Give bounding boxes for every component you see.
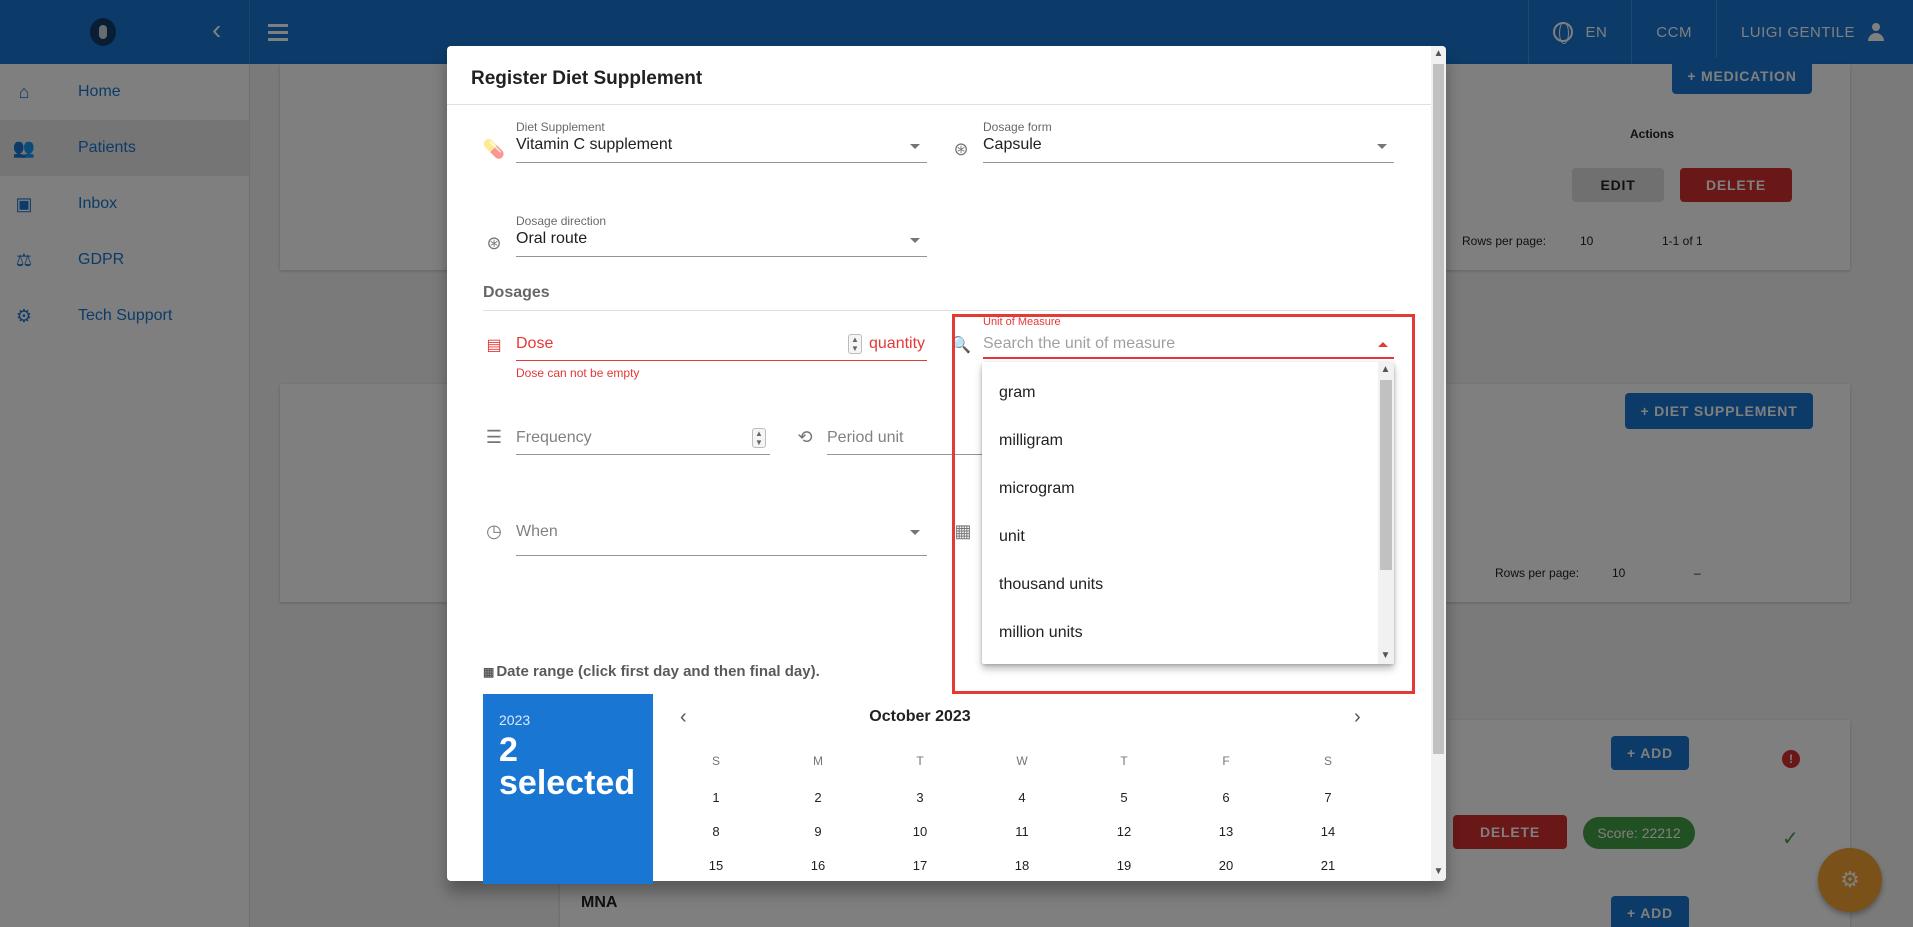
chevron-down-icon [910, 144, 920, 149]
field-label: Diet Supplement [516, 120, 605, 134]
calendar-day[interactable]: 17 [908, 858, 932, 873]
calendar-day[interactable]: 15 [704, 858, 728, 873]
dose-counter-icon: ▤ [486, 337, 502, 354]
calendar-day[interactable]: 1 [704, 790, 728, 805]
field-value: Capsule [983, 136, 1042, 153]
highlight-box [952, 314, 1415, 694]
weekday-label: S [711, 754, 720, 768]
dosage-direction-select[interactable]: Dosage direction Oral route [516, 214, 927, 258]
calendar-day[interactable]: 13 [1214, 824, 1238, 839]
scroll-thumb[interactable] [1433, 64, 1444, 754]
date-range-label: ▦ Date range (click first day and then f… [483, 663, 820, 680]
date-range-text: Date range (click first day and then fin… [496, 663, 820, 680]
calendar-day[interactable]: 12 [1112, 824, 1136, 839]
chevron-down-icon [910, 530, 920, 535]
calendar-day[interactable]: 18 [1010, 858, 1034, 873]
calendar-selected-count: 2 selected [499, 731, 636, 802]
frequency-underline [516, 454, 770, 455]
weekday-label: S [1323, 754, 1332, 768]
calendar-day[interactable]: 3 [908, 790, 932, 805]
dialog-title: Register Diet Supplement [471, 68, 703, 89]
repeat-icon: ⟲ [797, 426, 813, 447]
dose-error-text: Dose can not be empty [516, 366, 640, 380]
calendar-month-title: October 2023 [869, 708, 971, 725]
calendar-day[interactable]: 14 [1316, 824, 1340, 839]
calendar-small-icon: ▦ [483, 664, 495, 679]
calendar-day[interactable]: 10 [908, 824, 932, 839]
field-underline [516, 256, 927, 257]
field-underline [983, 162, 1394, 163]
field-underline [516, 555, 927, 556]
calendar-day[interactable]: 21 [1316, 858, 1340, 873]
previous-month-icon[interactable]: ‹ [680, 706, 687, 729]
next-month-icon[interactable]: › [1354, 706, 1361, 729]
field-label: Dosage form [983, 120, 1052, 134]
field-value: Oral route [516, 230, 588, 247]
dose-input[interactable]: Dose [516, 335, 553, 353]
pill-search-icon: ⊛ [953, 138, 969, 159]
dialog-scrollbar[interactable]: ▲ ▼ [1431, 46, 1446, 881]
weekday-label: T [1120, 754, 1128, 768]
scroll-down-icon[interactable]: ▼ [1433, 866, 1444, 878]
weekday-label: F [1222, 754, 1230, 768]
calendar-day[interactable]: 7 [1316, 790, 1340, 805]
dose-unit-label: quantity [869, 335, 926, 352]
calendar-day[interactable]: 8 [704, 824, 728, 839]
when-select[interactable]: When [516, 522, 927, 558]
field-label: Dosage direction [516, 214, 607, 228]
calendar-day[interactable]: 19 [1112, 858, 1136, 873]
dose-underline [516, 360, 927, 361]
scroll-up-icon[interactable]: ▲ [1433, 48, 1444, 60]
section-divider [483, 310, 1394, 311]
field-value: Vitamin C supplement [516, 136, 673, 153]
period-unit-select[interactable]: Period unit [827, 429, 904, 447]
weekday-label: T [916, 754, 924, 768]
weekday-label: M [813, 754, 823, 768]
frequency-input[interactable]: Frequency [516, 429, 592, 447]
calendar-day[interactable]: 16 [806, 858, 830, 873]
chevron-down-icon [910, 238, 920, 243]
dose-stepper[interactable]: ▲ ▼ [848, 334, 862, 354]
title-divider [447, 104, 1431, 105]
diet-supplement-select[interactable]: Diet Supplement Vitamin C supplement [516, 120, 927, 164]
calendar-selection-panel: 2023 2 selected [483, 694, 653, 884]
calendar-day[interactable]: 2 [806, 790, 830, 805]
dosages-section-title: Dosages [483, 284, 550, 301]
calendar-year[interactable]: 2023 [499, 712, 530, 728]
field-placeholder: When [516, 523, 558, 540]
chevron-down-icon [1377, 144, 1387, 149]
calendar-day[interactable]: 4 [1010, 790, 1034, 805]
frequency-stepper[interactable]: ▲ ▼ [752, 428, 766, 448]
pill-icon: 💊 [482, 138, 506, 159]
dosage-form-select[interactable]: Dosage form Capsule [983, 120, 1394, 164]
list-icon: ☰ [485, 426, 503, 447]
weekday-label: W [1016, 754, 1028, 768]
calendar-day[interactable]: 6 [1214, 790, 1238, 805]
pill-search-icon: ⊛ [486, 232, 502, 253]
clock-icon: ◷ [486, 520, 502, 541]
calendar-day[interactable]: 20 [1214, 858, 1238, 873]
field-underline [516, 162, 927, 163]
calendar-day[interactable]: 11 [1010, 824, 1034, 839]
calendar-day[interactable]: 9 [806, 824, 830, 839]
calendar-day[interactable]: 5 [1112, 790, 1136, 805]
